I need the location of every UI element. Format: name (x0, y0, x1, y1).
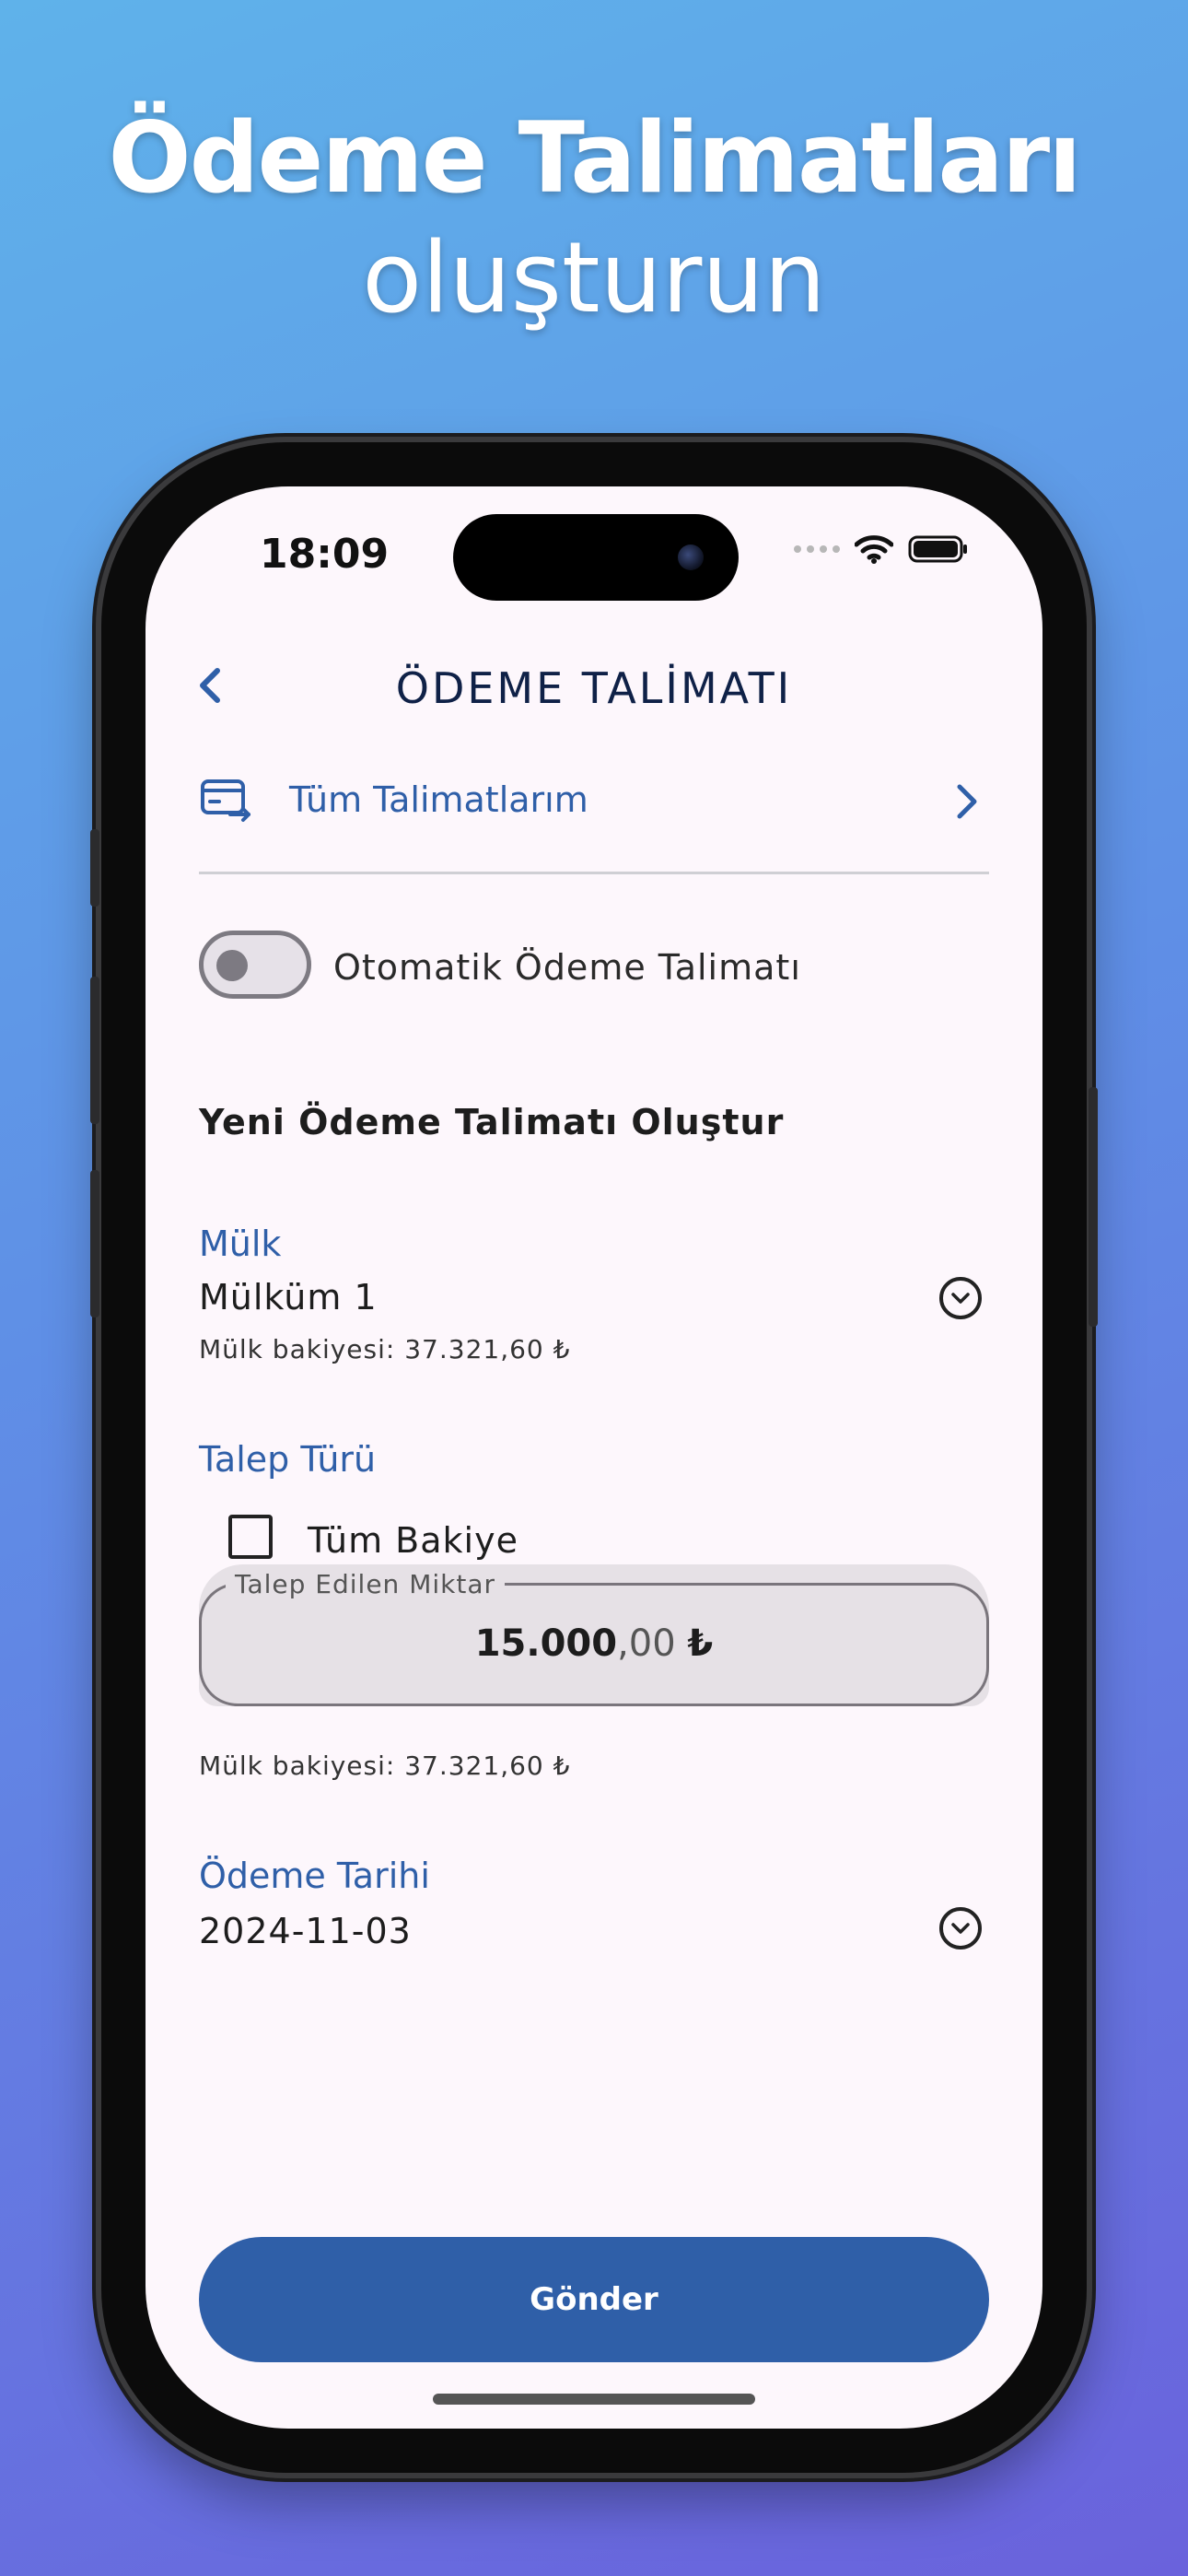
home-indicator (433, 2394, 755, 2405)
amount-field-label: Talep Edilen Miktar (226, 1569, 506, 1599)
status-icons (794, 534, 969, 564)
phone-frame: 18:09 ÖDEME TALİMATI Tüm Talimatlarım Ot… (90, 442, 1098, 2473)
auto-payment-label: Otomatik Ödeme Talimatı (333, 947, 801, 988)
request-type-label: Talep Türü (199, 1439, 377, 1480)
amount-currency: ₺ (687, 1622, 714, 1665)
volume-up-button (90, 977, 99, 1124)
camera-icon (678, 544, 704, 570)
dynamic-island (453, 514, 739, 601)
chevron-down-circle-icon (951, 1923, 970, 1934)
amount-decimal: ,00 (617, 1622, 676, 1665)
amount-value: 15.000,00 ₺ (202, 1622, 986, 1665)
action-button (90, 829, 99, 907)
battery-icon (908, 535, 967, 563)
signal-dots-icon (794, 545, 840, 553)
property-select-value[interactable]: Mülküm 1 (199, 1277, 378, 1317)
property-dropdown-button[interactable] (939, 1277, 982, 1319)
auto-payment-toggle[interactable] (199, 931, 311, 999)
submit-button[interactable]: Gönder (199, 2237, 989, 2362)
volume-down-button (90, 1170, 99, 1317)
amount-input[interactable]: Talep Edilen Miktar 15.000,00 ₺ (199, 1569, 989, 1706)
property-label: Mülk (199, 1224, 282, 1264)
amount-balance-hint: Mülk bakiyesi: 37.321,60 ₺ (199, 1751, 571, 1781)
property-balance-hint: Mülk bakiyesi: 37.321,60 ₺ (199, 1334, 571, 1364)
status-time: 18:09 (260, 531, 390, 578)
amount-integer: 15.000 (474, 1622, 618, 1665)
payment-date-label: Ödeme Tarihi (199, 1856, 430, 1896)
new-instruction-heading: Yeni Ödeme Talimatı Oluştur (199, 1102, 785, 1142)
full-balance-label: Tüm Bakiye (308, 1520, 518, 1561)
app-screen: 18:09 ÖDEME TALİMATI Tüm Talimatlarım Ot… (146, 486, 1042, 2429)
all-instructions-label: Tüm Talimatlarım (289, 779, 588, 820)
promo-title-line1: Ödeme Talimatları (108, 101, 1081, 215)
all-instructions-link[interactable]: Tüm Talimatlarım (199, 774, 991, 829)
chevron-right-icon (957, 784, 977, 819)
amount-field-container: Talep Edilen Miktar 15.000,00 ₺ (199, 1564, 989, 1706)
payment-date-dropdown-button[interactable] (939, 1907, 982, 1950)
payment-date-value[interactable]: 2024-11-03 (199, 1911, 412, 1951)
full-balance-checkbox[interactable] (228, 1515, 273, 1559)
toggle-knob (216, 950, 248, 981)
card-transfer-icon (201, 779, 250, 822)
promo-title-line2: oluşturun (362, 221, 826, 334)
divider (199, 872, 989, 874)
wifi-icon (855, 535, 893, 564)
power-button (1089, 1087, 1098, 1327)
page-title: ÖDEME TALİMATI (395, 663, 793, 713)
chevron-down-circle-icon (951, 1293, 970, 1304)
